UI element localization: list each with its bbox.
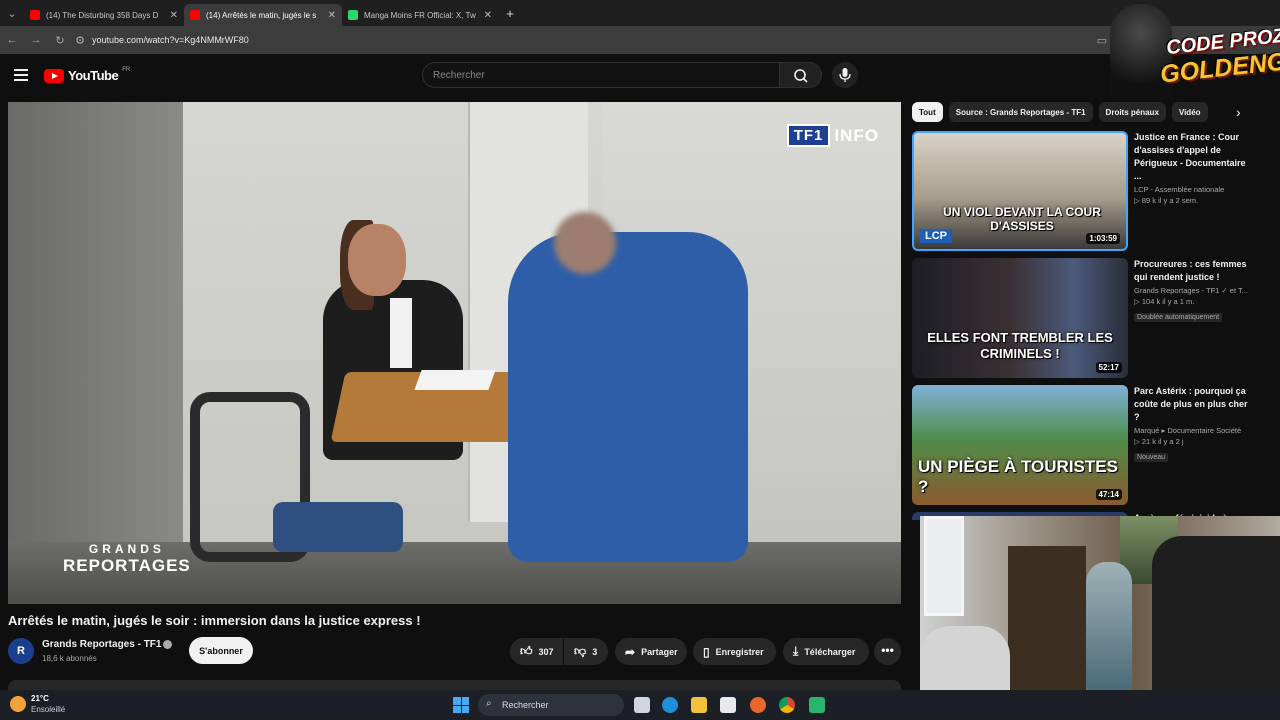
youtube-header: YouTube FR Rechercher: [0, 54, 1280, 98]
reload-icon[interactable]: ↻: [48, 34, 72, 47]
chip-video[interactable]: Vidéo: [1171, 102, 1208, 122]
like-button[interactable]: 👍︎ 307: [510, 638, 563, 665]
browser-tab-active[interactable]: (14) Arrêtés le matin, jugés le s ✕: [184, 4, 342, 26]
auto-dubbed-badge: Doublée automatiquement: [1134, 313, 1223, 322]
lcp-badge: LCP: [920, 229, 952, 243]
duration-badge: 52:17: [1095, 362, 1122, 373]
thumbs-up-icon: 👍︎: [520, 644, 533, 658]
recommended-title[interactable]: Procureures : ces femmes qui rendent jus…: [1134, 258, 1254, 284]
chip-all[interactable]: Tout: [912, 102, 943, 122]
close-tab-icon[interactable]: ✕: [328, 10, 336, 21]
taskbar-search[interactable]: ⌕ Rechercher: [478, 694, 624, 716]
youtube-logo[interactable]: YouTube FR: [44, 67, 130, 83]
chip-droits-penaux[interactable]: Droits pénaux: [1098, 102, 1166, 122]
weather-description[interactable]: Ensoleillé: [31, 705, 65, 714]
windows-start-icon[interactable]: [453, 697, 469, 713]
dislike-button[interactable]: 👎︎ 3: [564, 638, 608, 665]
tab-list-icon[interactable]: ⌄: [0, 7, 24, 20]
recommended-stats: ▷ 89 k il y a 2 sem.: [1134, 196, 1199, 205]
edge-icon[interactable]: [662, 697, 678, 713]
search-icon: ⌕: [486, 698, 492, 709]
recommended-channel[interactable]: Marqué ▸ Documentaire Société: [1134, 426, 1254, 435]
tf1-info-logo: TF1 INFO: [786, 124, 879, 147]
share-button[interactable]: ➦ Partager: [615, 638, 687, 665]
video-thumbnail[interactable]: UN PIÈGE À TOURISTES ? 47:14: [912, 385, 1128, 505]
subscribe-button[interactable]: S'abonner: [189, 637, 253, 664]
browser-tab-bar: ⌄ (14) The Disturbing 358 Days D ✕ (14) …: [0, 0, 1280, 26]
close-tab-icon[interactable]: ✕: [484, 10, 492, 21]
video-thumbnail[interactable]: ELLES FONT TREMBLER LES CRIMINELS ! 52:1…: [912, 258, 1128, 378]
forward-icon[interactable]: →: [24, 34, 48, 46]
new-badge: Nouveau: [1134, 453, 1169, 462]
code-prozis-logo: CODE PROZIS GOLDENG: [1110, 2, 1280, 102]
file-explorer-icon[interactable]: [691, 697, 707, 713]
manga-favicon-icon: [348, 10, 358, 20]
app-icon[interactable]: [809, 697, 825, 713]
recommended-video[interactable]: UN PIÈGE À TOURISTES ? 47:14 Parc Astéri…: [912, 385, 1252, 505]
more-actions-button[interactable]: •••: [874, 638, 901, 665]
bookmark-icon: ▯: [703, 644, 710, 659]
subscriber-count: 18,6 k abonnés: [42, 654, 97, 663]
download-icon: ⤓: [793, 644, 799, 658]
webcam-overlay: [920, 516, 1280, 690]
recommended-video[interactable]: UN VIOL DEVANT LA COUR D'ASSISES LCP 1:0…: [912, 131, 1252, 251]
firefox-icon[interactable]: [750, 697, 766, 713]
description-box[interactable]: [8, 680, 901, 690]
duration-badge: 1:03:59: [1086, 233, 1120, 244]
channel-name[interactable]: Grands Reportages - TF1: [42, 639, 161, 650]
youtube-favicon-icon: [190, 10, 200, 20]
share-icon: ➦: [625, 644, 636, 659]
recommended-channel[interactable]: LCP - Assemblée nationale: [1134, 185, 1254, 194]
search-button[interactable]: [780, 62, 822, 88]
recommended-video[interactable]: ELLES FONT TREMBLER LES CRIMINELS ! 52:1…: [912, 258, 1252, 378]
task-view-icon[interactable]: [634, 697, 650, 713]
new-tab-button[interactable]: +: [498, 6, 522, 21]
chrome-icon[interactable]: [779, 697, 795, 713]
grands-reportages-logo: GRANDS REPORTAGES: [63, 542, 191, 575]
youtube-favicon-icon: [30, 10, 40, 20]
windows-taskbar: 21°C Ensoleillé ⌕ Rechercher: [0, 690, 1280, 720]
menu-icon[interactable]: [14, 69, 28, 81]
site-info-icon[interactable]: ⚙: [72, 34, 88, 47]
verified-icon: [163, 640, 172, 649]
recommended-stats: ▷ 21 k il y a 2 j: [1134, 437, 1184, 446]
voice-search-button[interactable]: [832, 62, 858, 88]
recommended-title[interactable]: Justice en France : Cour d'assises d'app…: [1134, 131, 1254, 183]
chip-source[interactable]: Source : Grands Reportages - TF1: [948, 102, 1093, 122]
video-title: Arrêtés le matin, jugés le soir : immers…: [8, 613, 421, 628]
thumbs-down-icon: 👎︎: [574, 644, 587, 658]
sun-icon[interactable]: [10, 696, 26, 712]
youtube-play-icon: [44, 68, 64, 83]
video-player[interactable]: TF1 INFO GRANDS REPORTAGES: [8, 102, 901, 604]
filter-chips: Tout Source : Grands Reportages - TF1 Dr…: [912, 102, 1252, 124]
weather-temperature[interactable]: 21°C: [31, 694, 49, 703]
search-icon: [794, 69, 808, 83]
duration-badge: 47:14: [1095, 489, 1122, 500]
save-button[interactable]: ▯ Enregistrer: [693, 638, 776, 665]
channel-avatar[interactable]: R: [8, 638, 34, 664]
microphone-icon: [839, 68, 851, 82]
store-icon[interactable]: [720, 697, 736, 713]
recommended-channel[interactable]: Grands Reportages - TF1 ✓ et T...: [1134, 286, 1254, 295]
video-thumbnail[interactable]: UN VIOL DEVANT LA COUR D'ASSISES LCP 1:0…: [912, 131, 1128, 251]
url-field[interactable]: youtube.com/watch?v=Kg4NMMrWF80: [92, 35, 249, 45]
browser-tab[interactable]: Manga Moins FR Official: X, Tw ✕: [342, 4, 498, 26]
close-tab-icon[interactable]: ✕: [170, 10, 178, 21]
address-bar: ← → ↻ ⚙ youtube.com/watch?v=Kg4NMMrWF80 …: [0, 26, 1280, 54]
back-icon[interactable]: ←: [0, 34, 24, 46]
recommended-stats: ▷ 104 k il y a 1 m.: [1134, 297, 1195, 306]
download-button[interactable]: ⤓ Télécharger: [783, 638, 869, 665]
browser-tab[interactable]: (14) The Disturbing 358 Days D ✕: [24, 4, 184, 26]
search-input[interactable]: Rechercher: [422, 62, 780, 88]
recommended-title[interactable]: Parc Astérix : pourquoi ça coûte de plus…: [1134, 385, 1254, 424]
chevron-right-icon[interactable]: ›: [1236, 104, 1241, 120]
